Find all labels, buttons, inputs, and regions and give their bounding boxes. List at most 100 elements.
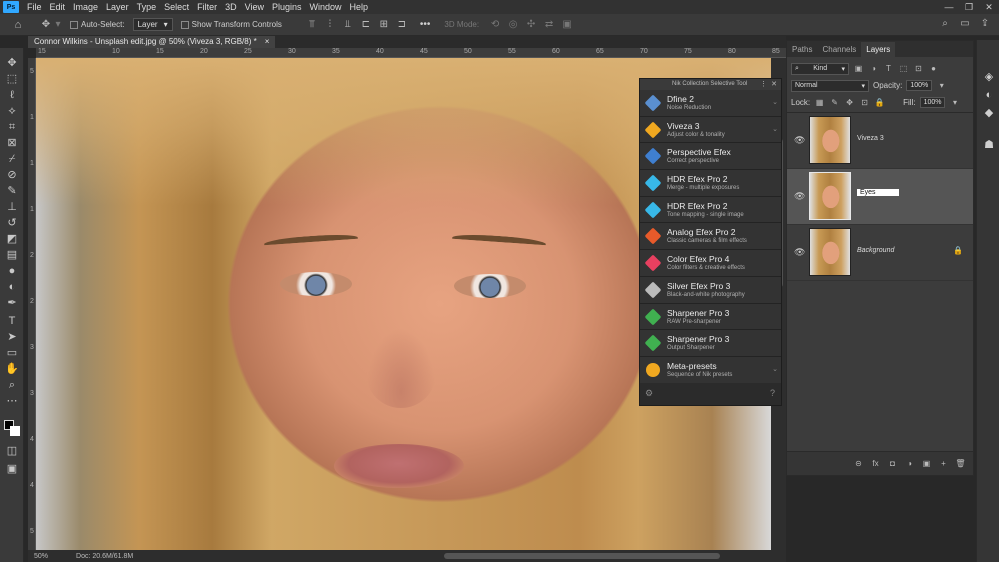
share-icon[interactable]: ⇪ (977, 18, 993, 29)
menu-help[interactable]: Help (346, 0, 373, 14)
more-options-button[interactable]: ••• (420, 19, 431, 30)
tab-channels[interactable]: Channels (817, 42, 861, 57)
quick-select-tool-icon[interactable]: ⟡ (4, 104, 20, 118)
history-brush-tool-icon[interactable]: ↺ (4, 216, 20, 230)
visibility-eye-icon[interactable]: 👁 (794, 191, 805, 202)
pen-tool-icon[interactable]: ✒ (4, 296, 20, 310)
align-right-icon[interactable]: ⊐ (394, 19, 410, 30)
dodge-tool-icon[interactable]: ◐ (4, 280, 20, 294)
horizontal-scroll-thumb[interactable] (444, 553, 720, 559)
filter-toggle-icon[interactable]: ● (928, 64, 939, 73)
chevron-down-icon[interactable]: ⌄ (772, 125, 778, 133)
hand-tool-icon[interactable]: ✋ (4, 362, 20, 376)
tab-paths[interactable]: Paths (787, 42, 817, 57)
filter-adjustment-icon[interactable]: ◑ (868, 64, 879, 73)
menu-select[interactable]: Select (160, 0, 193, 14)
crop-tool-icon[interactable]: ⌗ (4, 120, 20, 134)
layer-name-input[interactable]: Eyes (857, 189, 899, 196)
nik-item-analog-efex[interactable]: Analog Efex Pro 2 Classic cameras & film… (640, 223, 781, 251)
align-top-icon[interactable]: ⫪ (304, 19, 320, 30)
filter-smart-object-icon[interactable]: ⊡ (913, 64, 924, 73)
zoom-level[interactable]: 50% (34, 553, 48, 560)
doc-size[interactable]: Doc: 20.6M/61.8M (76, 553, 133, 560)
stamp-tool-icon[interactable]: ⊥ (4, 200, 20, 214)
layer-row-viveza[interactable]: 👁 Viveza 3 (787, 113, 973, 169)
new-layer-icon[interactable]: + (937, 459, 950, 468)
menu-layer[interactable]: Layer (102, 0, 133, 14)
add-mask-icon[interactable]: ◘ (886, 459, 899, 468)
layers-icon[interactable]: ◆ (982, 106, 996, 120)
visibility-eye-icon[interactable]: 👁 (794, 247, 805, 258)
orbit-3d-icon[interactable]: ⟲ (487, 19, 503, 30)
layer-row-eyes[interactable]: 👁 Eyes (787, 169, 973, 225)
eyedropper-tool-icon[interactable]: ⌿ (4, 152, 20, 166)
settings-gear-icon[interactable]: ⚙ (645, 388, 653, 399)
quick-mask-icon[interactable]: ◫ (4, 444, 20, 458)
frame-tool-icon[interactable]: ⊠ (4, 136, 20, 150)
minimize-button[interactable]: — (939, 0, 959, 14)
menu-edit[interactable]: Edit (46, 0, 70, 14)
search-icon[interactable]: ⌕ (937, 18, 953, 29)
slide-3d-icon[interactable]: ⇄ (541, 19, 557, 30)
chevron-down-icon[interactable]: ▾ (949, 98, 960, 107)
type-tool-icon[interactable]: T (4, 314, 20, 328)
menu-type[interactable]: Type (133, 0, 161, 14)
nik-item-silver-efex[interactable]: Silver Efex Pro 3 Black-and-white photog… (640, 276, 781, 304)
tab-layers[interactable]: Layers (861, 42, 896, 57)
menu-image[interactable]: Image (69, 0, 102, 14)
marquee-tool-icon[interactable]: ⬚ (4, 72, 20, 86)
fx-icon[interactable]: fx (869, 459, 882, 468)
help-icon[interactable]: ? (770, 388, 775, 398)
blend-mode-dropdown[interactable]: Normal ▾ (791, 79, 869, 92)
screen-mode-icon[interactable]: ▣ (4, 462, 20, 476)
lock-transparency-icon[interactable]: ▦ (814, 98, 825, 107)
shape-tool-icon[interactable]: ▭ (4, 346, 20, 360)
zoom-tool-icon[interactable]: ⌕ (4, 378, 20, 392)
kind-filter-dropdown[interactable]: ⌕ Kind ▾ (791, 62, 849, 75)
move-tool-icon[interactable]: ✥ (4, 56, 20, 70)
libraries-icon[interactable]: ◈ (982, 70, 996, 84)
menu-window[interactable]: Window (306, 0, 346, 14)
opacity-input[interactable]: 100% (906, 80, 933, 91)
chevron-down-icon[interactable]: ⌄ (772, 98, 778, 106)
link-layers-icon[interactable]: ⊝ (852, 459, 865, 468)
lock-pixels-icon[interactable]: ✎ (829, 98, 840, 107)
roll-3d-icon[interactable]: ◎ (505, 19, 521, 30)
filter-type-icon[interactable]: T (883, 64, 894, 73)
scale-3d-icon[interactable]: ▣ (559, 19, 575, 30)
adjustment-layer-icon[interactable]: ◑ (903, 459, 916, 468)
menu-3d[interactable]: 3D (221, 0, 241, 14)
nik-item-dfine[interactable]: Dfine 2 Noise Reduction ⌄ (640, 90, 781, 117)
close-window-button[interactable]: ✕ (979, 0, 999, 14)
nik-item-color-efex[interactable]: Color Efex Pro 4 Color filters & creativ… (640, 250, 781, 277)
pan-3d-icon[interactable]: ✣ (523, 19, 539, 30)
lock-artboard-icon[interactable]: ⊡ (859, 98, 870, 107)
workspace-icon[interactable]: ▭ (957, 18, 973, 29)
align-left-icon[interactable]: ⊏ (358, 19, 374, 30)
nik-item-meta-presets[interactable]: Meta-presets Sequence of Nik presets ⌄ (640, 356, 781, 384)
chevron-down-icon[interactable]: ▾ (936, 81, 947, 90)
eraser-tool-icon[interactable]: ◩ (4, 232, 20, 246)
align-center-icon[interactable]: ⊞ (376, 19, 392, 30)
nik-item-hdr-merge[interactable]: HDR Efex Pro 2 Merge - multiple exposure… (640, 170, 781, 197)
nik-item-hdr-tonemap[interactable]: HDR Efex Pro 2 Tone mapping - single ima… (640, 196, 781, 224)
delete-layer-icon[interactable]: 🗑 (954, 459, 967, 468)
align-middle-icon[interactable]: ⫶ (322, 19, 338, 30)
home-icon[interactable]: ⌂ (10, 19, 26, 31)
nik-item-sharpener-raw[interactable]: Sharpener Pro 3 RAW Pre-sharpener (640, 303, 781, 331)
background-color-swatch[interactable] (10, 426, 20, 436)
layer-row-background[interactable]: 👁 Background 🔒 (787, 225, 973, 281)
menu-filter[interactable]: Filter (193, 0, 221, 14)
filter-shape-icon[interactable]: ⬚ (898, 64, 909, 73)
auto-select-dropdown[interactable]: Layer ▾ (132, 18, 173, 31)
move-icon[interactable]: ✥ (38, 19, 54, 30)
adjustments-icon[interactable]: ◐ (982, 88, 996, 102)
lasso-tool-icon[interactable]: ℓ (4, 88, 20, 102)
plugin-icon[interactable]: ☗ (982, 138, 996, 152)
show-transform-checkbox[interactable] (180, 20, 189, 29)
close-icon[interactable]: ✕ (771, 79, 777, 90)
panel-menu-icon[interactable]: ⋮ (760, 79, 767, 90)
nik-item-viveza[interactable]: Viveza 3 Adjust color & tonality ⌄ (640, 116, 781, 144)
menu-plugins[interactable]: Plugins (268, 0, 306, 14)
brush-tool-icon[interactable]: ✎ (4, 184, 20, 198)
